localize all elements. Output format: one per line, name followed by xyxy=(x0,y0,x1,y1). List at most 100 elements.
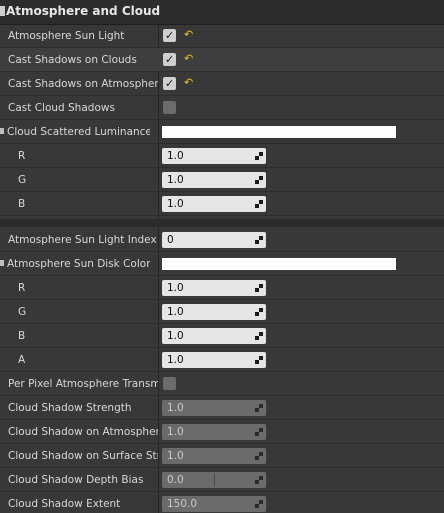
property-label: B xyxy=(18,198,26,210)
atmosphere-sun-disk-color-swatch[interactable] xyxy=(162,258,396,270)
property-row-cloud-shadow-on-atmosphere: Cloud Shadow on Atmosphere 1.0 xyxy=(0,420,444,444)
drag-handle-icon[interactable] xyxy=(255,404,263,412)
cloud-shadow-on-surface-input[interactable]: 1.0 xyxy=(162,448,266,464)
field-value: 1.0 xyxy=(167,426,184,438)
property-row-cloud-shadow-extent: Cloud Shadow Extent 150.0 xyxy=(0,492,444,513)
category-title: Atmosphere and Cloud xyxy=(6,4,161,18)
property-row-per-pixel-atmosphere-transmittance: Per Pixel Atmosphere Transm xyxy=(0,372,444,396)
reset-to-default-icon[interactable]: ↶ xyxy=(184,52,193,66)
property-label: Cloud Shadow Depth Bias xyxy=(8,474,144,486)
drag-handle-icon[interactable] xyxy=(255,500,263,508)
drag-handle-icon[interactable] xyxy=(255,200,263,208)
group-separator xyxy=(0,219,444,227)
cloud-shadow-extent-input[interactable]: 150.0 xyxy=(162,496,266,512)
property-label: Cast Shadows on Clouds xyxy=(8,54,137,66)
property-row-disk-a: A 1.0 xyxy=(0,348,444,372)
property-row-disk-r: R 1.0 xyxy=(0,276,444,300)
drag-handle-icon[interactable] xyxy=(255,176,263,184)
cast-cloud-shadows-checkbox[interactable] xyxy=(163,101,176,114)
property-label: Cloud Shadow Extent xyxy=(8,498,121,510)
field-value: 1.0 xyxy=(167,354,184,366)
property-label: Cloud Shadow Strength xyxy=(8,402,132,414)
property-row-cloud-shadow-strength: Cloud Shadow Strength 1.0 xyxy=(0,396,444,420)
cast-shadows-on-atmosphere-checkbox[interactable]: ✓ xyxy=(163,77,176,90)
property-label: Cloud Shadow on Surface Stre xyxy=(8,450,158,462)
checkmark-icon: ✓ xyxy=(165,29,175,42)
cloud-scattered-luminance-color-swatch[interactable] xyxy=(162,126,396,138)
property-row-cast-shadows-on-clouds: Cast Shadows on Clouds ✓ ↶ xyxy=(0,48,444,72)
field-value: 1.0 xyxy=(167,150,184,162)
property-label-text: Cloud Scattered Luminance S xyxy=(7,126,150,138)
expand-arrow-icon[interactable] xyxy=(0,260,4,266)
cloud-g-input[interactable]: 1.0 xyxy=(162,172,266,188)
drag-handle-icon[interactable] xyxy=(255,452,263,460)
drag-handle-icon[interactable] xyxy=(255,332,263,340)
property-row-atmosphere-sun-light-index: Atmosphere Sun Light Index 0 xyxy=(0,228,444,252)
cloud-b-input[interactable]: 1.0 xyxy=(162,196,266,212)
property-label: G xyxy=(18,306,27,318)
disk-a-input[interactable]: 1.0 xyxy=(162,352,266,368)
field-value: 0.0 xyxy=(167,474,184,486)
property-row-disk-g: G 1.0 xyxy=(0,300,444,324)
property-row-cloud-scattered-luminance-scale: Cloud Scattered Luminance S xyxy=(0,120,444,144)
field-value: 0 xyxy=(167,234,174,246)
property-label[interactable]: Cloud Scattered Luminance S xyxy=(0,125,150,139)
field-value: 1.0 xyxy=(167,402,184,414)
per-pixel-atmosphere-transmittance-checkbox[interactable] xyxy=(163,377,176,390)
property-row-atmosphere-sun-light: Atmosphere Sun Light ✓ ↶ xyxy=(0,24,444,48)
property-label: G xyxy=(18,174,27,186)
field-value: 1.0 xyxy=(167,174,184,186)
cloud-shadow-on-atmosphere-input[interactable]: 1.0 xyxy=(162,424,266,440)
field-value: 1.0 xyxy=(167,198,184,210)
property-row-cloud-b: B 1.0 xyxy=(0,192,444,216)
atmosphere-sun-light-checkbox[interactable]: ✓ xyxy=(163,29,176,42)
property-label: A xyxy=(18,354,26,366)
slider-marker xyxy=(214,473,215,487)
disk-r-input[interactable]: 1.0 xyxy=(162,280,266,296)
drag-handle-icon[interactable] xyxy=(255,308,263,316)
expand-arrow-icon[interactable] xyxy=(0,128,4,134)
property-label-text: Atmosphere Sun Disk Color S xyxy=(7,258,150,270)
reset-to-default-icon[interactable]: ↶ xyxy=(184,76,193,90)
property-row-cast-cloud-shadows: Cast Cloud Shadows xyxy=(0,96,444,120)
property-label: Per Pixel Atmosphere Transm xyxy=(8,378,158,390)
property-label: Atmosphere Sun Light Index xyxy=(8,234,157,246)
property-label[interactable]: Atmosphere Sun Disk Color S xyxy=(0,257,150,271)
property-row-disk-b: B 1.0 xyxy=(0,324,444,348)
property-label: Cast Shadows on Atmosphere xyxy=(8,78,158,90)
checkmark-icon: ✓ xyxy=(165,53,175,66)
cloud-shadow-depth-bias-input[interactable]: 0.0 xyxy=(162,472,266,488)
property-label: Atmosphere Sun Light xyxy=(8,30,125,42)
disk-g-input[interactable]: 1.0 xyxy=(162,304,266,320)
cast-shadows-on-clouds-checkbox[interactable]: ✓ xyxy=(163,53,176,66)
drag-handle-icon[interactable] xyxy=(255,236,263,244)
drag-handle-icon[interactable] xyxy=(255,428,263,436)
drag-handle-icon[interactable] xyxy=(255,476,263,484)
property-row-cloud-shadow-on-surface: Cloud Shadow on Surface Stre 1.0 xyxy=(0,444,444,468)
cloud-shadow-strength-input[interactable]: 1.0 xyxy=(162,400,266,416)
property-label: R xyxy=(18,150,26,162)
property-label: R xyxy=(18,282,26,294)
drag-handle-icon[interactable] xyxy=(255,284,263,292)
field-value: 1.0 xyxy=(167,450,184,462)
property-row-atmosphere-sun-disk-color-scale: Atmosphere Sun Disk Color S xyxy=(0,252,444,276)
atmosphere-sun-light-index-input[interactable]: 0 xyxy=(162,232,266,248)
property-row-cast-shadows-on-atmosphere: Cast Shadows on Atmosphere ✓ ↶ xyxy=(0,72,444,96)
collapse-arrow-icon[interactable] xyxy=(0,6,5,16)
drag-handle-icon[interactable] xyxy=(255,356,263,364)
property-row-cloud-r: R 1.0 xyxy=(0,144,444,168)
disk-b-input[interactable]: 1.0 xyxy=(162,328,266,344)
property-label: B xyxy=(18,330,26,342)
cloud-r-input[interactable]: 1.0 xyxy=(162,148,266,164)
field-value: 1.0 xyxy=(167,330,184,342)
details-panel: Atmosphere and Cloud Atmosphere Sun Ligh… xyxy=(0,0,444,513)
category-header[interactable]: Atmosphere and Cloud xyxy=(0,0,444,25)
property-label: Cloud Shadow on Atmosphere xyxy=(8,426,158,438)
drag-handle-icon[interactable] xyxy=(255,152,263,160)
field-value: 150.0 xyxy=(167,498,198,510)
checkmark-icon: ✓ xyxy=(165,77,175,90)
property-row-cloud-shadow-depth-bias: Cloud Shadow Depth Bias 0.0 xyxy=(0,468,444,492)
reset-to-default-icon[interactable]: ↶ xyxy=(184,28,193,42)
property-label: Cast Cloud Shadows xyxy=(8,102,115,114)
field-value: 1.0 xyxy=(167,306,184,318)
